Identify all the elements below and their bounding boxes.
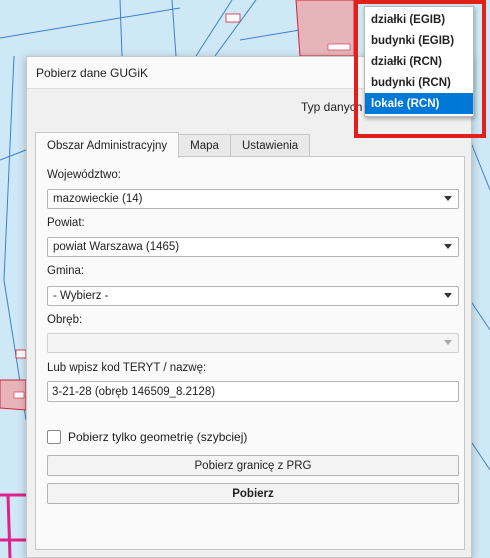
tab-mapa[interactable]: Mapa — [178, 134, 231, 157]
option-budynki-rcn[interactable]: budynki (RCN) — [365, 72, 473, 93]
obreb-select[interactable] — [47, 333, 459, 353]
tab-obszar-administracyjny[interactable]: Obszar Administracyjny — [35, 132, 180, 158]
tab-panel: Województwo: mazowieckie (14) Powiat: po… — [35, 156, 465, 550]
wojewodztwo-select[interactable]: mazowieckie (14) — [47, 189, 459, 209]
powiat-select[interactable]: powiat Warszawa (1465) — [47, 237, 459, 257]
obreb-label: Obręb: — [47, 314, 83, 326]
dialog-title: Pobierz dane GUGiK — [36, 65, 149, 80]
pobierz-granice-prg-button[interactable]: Pobierz granicę z PRG — [47, 455, 459, 476]
gmina-select[interactable]: - Wybierz - — [47, 286, 459, 306]
option-dzialki-egib[interactable]: działki (EGIB) — [365, 9, 473, 30]
pobierz-button[interactable]: Pobierz — [47, 483, 459, 504]
teryt-label: Lub wpisz kod TERYT / nazwę: — [47, 362, 207, 374]
tab-bar: Obszar Administracyjny Mapa Ustawienia — [35, 132, 311, 158]
option-dzialki-rcn[interactable]: działki (RCN) — [365, 51, 473, 72]
wojewodztwo-label: Województwo: — [47, 169, 121, 181]
chevron-down-icon — [444, 340, 452, 345]
typ-danych-dropdown-list: działki (EGIB) budynki (EGIB) działki (R… — [364, 6, 474, 117]
chevron-down-icon — [444, 196, 452, 201]
geometry-only-checkbox-row[interactable]: Pobierz tylko geometrię (szybciej) — [47, 430, 247, 444]
teryt-input[interactable]: 3-21-28 (obręb 146509_8.2128) — [47, 381, 459, 402]
chevron-down-icon — [444, 293, 452, 298]
powiat-label: Powiat: — [47, 217, 85, 229]
geometry-only-checkbox[interactable] — [47, 430, 61, 444]
geometry-only-label: Pobierz tylko geometrię (szybciej) — [68, 430, 248, 444]
option-budynki-egib[interactable]: budynki (EGIB) — [365, 30, 473, 51]
tab-ustawienia[interactable]: Ustawienia — [229, 134, 311, 157]
chevron-down-icon — [444, 244, 452, 249]
option-lokale-rcn[interactable]: lokale (RCN) — [365, 93, 473, 114]
gmina-label: Gmina: — [47, 265, 85, 277]
